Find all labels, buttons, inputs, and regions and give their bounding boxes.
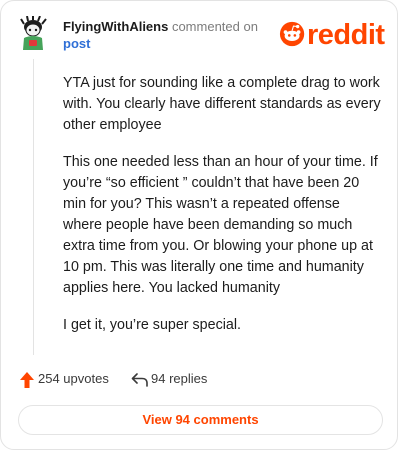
reddit-logo-text[interactable]: reddit xyxy=(307,20,385,50)
reply-arrow-icon[interactable] xyxy=(131,372,149,388)
reddit-snoo-icon[interactable] xyxy=(279,20,307,48)
comment-actions: 254 upvotes 94 replies xyxy=(19,370,379,390)
comment-card: FlyingWithAliens commented on post reddi… xyxy=(0,0,398,450)
comment-header: FlyingWithAliens commented on post xyxy=(63,18,273,52)
comment-paragraph: This one needed less than an hour of you… xyxy=(63,154,378,296)
post-link[interactable]: post xyxy=(63,35,273,52)
upvote-arrow-icon[interactable] xyxy=(19,371,35,389)
comment-action-text: commented on xyxy=(171,19,258,34)
view-comments-button[interactable]: View 94 comments xyxy=(18,405,383,435)
comment-paragraph: YTA just for sounding like a complete dr… xyxy=(63,75,381,133)
upvotes-count[interactable]: 254 upvotes xyxy=(38,371,109,386)
comment-body: YTA just for sounding like a complete dr… xyxy=(63,73,381,352)
comment-paragraph: I get it, you’re super special. xyxy=(63,317,242,333)
author-name[interactable]: FlyingWithAliens xyxy=(63,19,168,34)
avatar[interactable] xyxy=(18,16,48,52)
replies-count[interactable]: 94 replies xyxy=(151,371,207,386)
thread-line[interactable] xyxy=(33,59,34,355)
